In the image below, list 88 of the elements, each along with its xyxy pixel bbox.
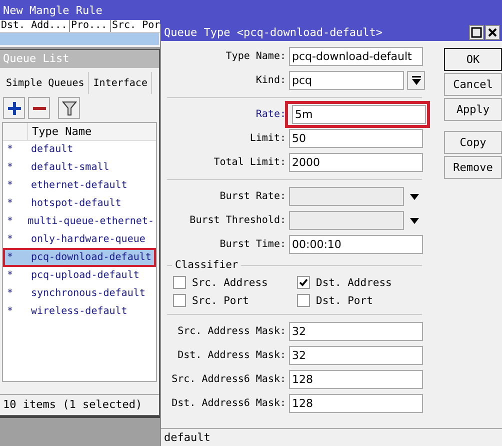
checkbox-label: Dst. Port xyxy=(316,294,373,306)
table-row[interactable]: * pcq-download-default xyxy=(3,248,156,267)
table-cell-text: * xyxy=(6,251,14,265)
checkbox[interactable] xyxy=(297,294,310,307)
plus-icon xyxy=(6,100,22,116)
checkbox[interactable] xyxy=(173,294,186,307)
table-row[interactable]: * default-small xyxy=(3,158,156,177)
dropdown-icon xyxy=(412,76,420,85)
table-row[interactable]: * default xyxy=(3,140,156,159)
table-row[interactable]: * hotspot-default xyxy=(3,194,156,213)
dialog-title: Queue Type <pcq-download-default> xyxy=(164,25,383,41)
table-cell-text: synchronous-default xyxy=(30,287,146,301)
table-cell-text: * xyxy=(6,269,14,283)
dialog-button[interactable]: Apply xyxy=(444,98,502,121)
column-header: Type Name xyxy=(31,124,92,140)
field-label: Type Name: xyxy=(224,51,287,62)
table-cell-text: pcq-download-default xyxy=(30,251,152,265)
table-row[interactable]: * synchronous-default xyxy=(3,284,156,303)
table-cell-text: ethernet-default xyxy=(30,179,128,193)
table-cell-text: wireless-default xyxy=(30,305,128,319)
checkbox[interactable] xyxy=(297,276,310,289)
input-field[interactable]: 128 xyxy=(289,370,423,389)
table-cell-text: multi-queue-ethernet- xyxy=(26,215,154,229)
dropdown-arrow-icon[interactable] xyxy=(407,216,421,226)
checkbox[interactable] xyxy=(173,276,186,289)
field-label: Dst. Address6 Mask: xyxy=(170,398,287,409)
status-bar: 10 items (1 selected) xyxy=(0,394,159,415)
field-label: Burst Threshold: xyxy=(188,215,287,226)
input-field[interactable]: pcq-download-default xyxy=(289,47,423,66)
table-cell-text: default-small xyxy=(30,161,110,175)
table-cell-text: * xyxy=(6,197,14,211)
table-cell-text: * xyxy=(6,179,14,193)
dropdown-field[interactable]: pcq xyxy=(289,71,404,90)
plus-button[interactable] xyxy=(3,97,25,119)
column-header: Dst. Add... xyxy=(0,20,70,32)
field-label: Burst Time: xyxy=(218,239,287,250)
field-label: Limit: xyxy=(248,133,287,144)
input-field[interactable]: 32 xyxy=(289,346,423,365)
field-label: Src. Address6 Mask: xyxy=(170,374,287,385)
panel-title: Queue List xyxy=(0,50,159,68)
field-label: Kind: xyxy=(254,75,287,86)
checkbox-label: Src. Port xyxy=(192,294,249,306)
dialog-button[interactable]: Cancel xyxy=(444,73,502,96)
dialog-button[interactable]: Copy xyxy=(444,131,502,154)
table-row[interactable]: * pcq-upload-default xyxy=(3,266,156,285)
input-field[interactable]: 50 xyxy=(289,129,423,148)
dialog-button[interactable]: Remove xyxy=(444,156,502,179)
field-label: Rate: xyxy=(254,109,287,120)
table-cell-text: default xyxy=(30,143,74,157)
window-title: New Mangle Rule xyxy=(0,0,160,20)
minus-icon xyxy=(32,106,46,110)
field-label: Dst. Address Mask: xyxy=(176,350,287,361)
filter-icon xyxy=(62,100,76,116)
field-label: Burst Rate: xyxy=(218,191,287,202)
table-row[interactable]: * multi-queue-ethernet- xyxy=(3,212,156,231)
group-title: Classifier xyxy=(175,259,238,271)
table-cell-text: only-hardware-queue xyxy=(30,233,146,247)
status-bar: default xyxy=(161,428,502,446)
table-cell-text: * xyxy=(6,161,14,175)
table-row[interactable]: * ethernet-default xyxy=(3,176,156,195)
table-row[interactable]: * only-hardware-queue xyxy=(3,230,156,249)
table-cell-text: pcq-upload-default xyxy=(30,269,140,283)
combo-field[interactable] xyxy=(289,211,404,230)
minus-button[interactable] xyxy=(28,97,50,119)
checkbox-label: Dst. Address xyxy=(316,276,392,288)
table-cell-text: * xyxy=(6,287,14,301)
input-field[interactable]: 128 xyxy=(289,394,423,413)
field-label: Src. Address Mask: xyxy=(176,326,287,337)
input-field[interactable]: 2000 xyxy=(289,153,423,172)
close-icon[interactable] xyxy=(485,25,500,40)
table-cell-text: hotspot-default xyxy=(30,197,122,211)
maximize-icon[interactable] xyxy=(469,25,484,40)
column-header: Pro... xyxy=(70,20,111,32)
input-field[interactable]: 00:00:10 xyxy=(289,235,423,254)
filter-button[interactable] xyxy=(58,97,80,119)
dialog-button[interactable]: OK xyxy=(444,48,502,71)
table-cell-text: * xyxy=(6,143,14,157)
input-field[interactable]: 5m xyxy=(292,105,426,124)
table-cell-text: * xyxy=(6,215,14,229)
table-cell-text: * xyxy=(6,305,14,319)
table-row[interactable]: * wireless-default xyxy=(3,302,156,321)
input-field[interactable]: 32 xyxy=(289,322,423,341)
dropdown-button[interactable] xyxy=(407,71,425,90)
table-cell-text: * xyxy=(6,233,14,247)
combo-field[interactable] xyxy=(289,187,404,206)
dropdown-arrow-icon[interactable] xyxy=(407,192,421,202)
field-label: Total Limit: xyxy=(212,157,287,168)
checkbox-label: Src. Address xyxy=(192,276,268,288)
